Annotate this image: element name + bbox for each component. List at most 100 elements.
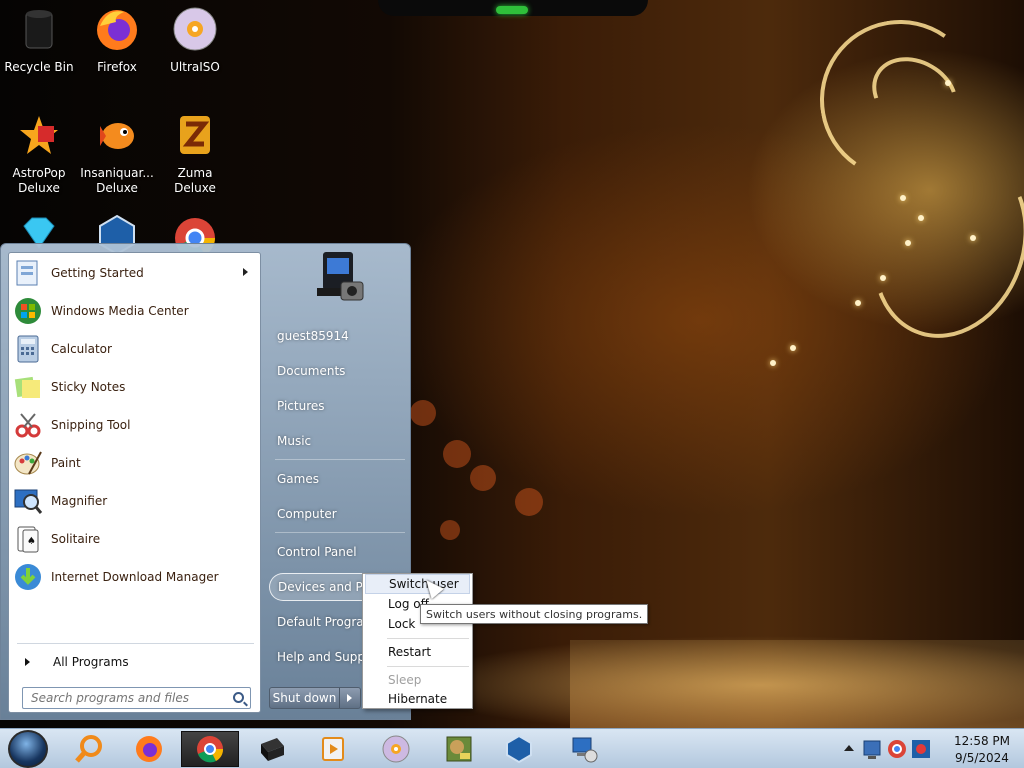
astropop-icon (20, 116, 58, 154)
taskbar-button-firefox[interactable] (120, 731, 178, 767)
all-programs-label: All Programs (53, 655, 129, 669)
desktop-icon-insaniquarium[interactable]: Insaniquar... Deluxe (78, 112, 156, 196)
wallpaper-sparkle (880, 275, 886, 281)
places-item-label: Music (277, 434, 312, 448)
chrome-icon (197, 736, 224, 763)
getting-started-icon (16, 260, 38, 286)
menu-separator (387, 638, 469, 639)
calculator-icon (17, 335, 39, 363)
program-label: Getting Started (51, 266, 144, 280)
program-paint[interactable]: Paint (13, 445, 256, 481)
program-label: Windows Media Center (51, 304, 189, 318)
menu-item-restart[interactable]: Restart (365, 642, 470, 662)
shutdown-button-group: Shut down (269, 687, 361, 709)
desktop-icon-label: Insaniquar... Deluxe (80, 166, 154, 195)
places-item-games[interactable]: Games (269, 465, 409, 493)
wallpaper-glow (570, 640, 1024, 728)
menu-item-label: Sleep (388, 673, 422, 687)
places-item-control-panel[interactable]: Control Panel (269, 538, 409, 566)
all-programs-button[interactable]: All Programs (13, 651, 256, 673)
desktop-icon-recycle-bin[interactable]: Recycle Bin (0, 6, 78, 75)
wallpaper-green-lights (496, 6, 528, 14)
places-separator (275, 532, 405, 533)
places-item-documents[interactable]: Documents (269, 357, 409, 385)
submenu-arrow-icon (243, 268, 248, 276)
user-avatar[interactable] (311, 248, 371, 308)
menu-item-label: Hibernate (388, 692, 448, 706)
places-item-music[interactable]: Music (269, 427, 409, 455)
taskbar-button-box-game[interactable] (430, 731, 488, 767)
taskbar-button-disc[interactable] (367, 731, 425, 767)
desktop-icon-label: Zuma Deluxe (174, 166, 216, 195)
taskbar-clock[interactable]: 12:58 PM 9/5/2024 (945, 731, 1019, 767)
system-tray (840, 731, 940, 767)
taskbar-button-black-box[interactable] (243, 731, 301, 767)
program-label: Internet Download Manager (51, 570, 219, 584)
places-item-label: guest85914 (277, 329, 349, 343)
program-sticky-notes[interactable]: Sticky Notes (13, 369, 256, 405)
taskbar-button-search[interactable] (60, 731, 118, 767)
tray-network-icon[interactable] (862, 737, 884, 761)
program-label: Snipping Tool (51, 418, 131, 432)
search-icon (75, 735, 102, 763)
program-snipping-tool[interactable]: Snipping Tool (13, 407, 256, 443)
wallpaper-sparkle (855, 300, 861, 306)
taskbar-button-network-computer[interactable] (555, 731, 613, 767)
places-item-label: Games (277, 472, 319, 486)
media-center-icon (15, 298, 41, 324)
program-calculator[interactable]: Calculator (13, 331, 256, 367)
wallpaper-bokeh (443, 440, 471, 468)
places-item-pictures[interactable]: Pictures (269, 392, 409, 420)
shutdown-button[interactable]: Shut down (270, 688, 340, 708)
taskbar-button-virtualbox[interactable] (490, 731, 548, 767)
places-item-user[interactable]: guest85914 (269, 322, 409, 350)
program-label: Sticky Notes (51, 380, 126, 394)
start-button[interactable] (2, 730, 52, 768)
wallpaper-sparkle (900, 195, 906, 201)
menu-item-sleep: Sleep (365, 670, 470, 690)
wallpaper-bokeh (440, 520, 460, 540)
program-solitaire[interactable]: ♠ Solitaire (13, 521, 256, 557)
disc-icon (382, 735, 410, 763)
box-game-icon (446, 736, 472, 762)
tray-chrome-icon[interactable] (886, 737, 908, 761)
wallpaper-sparkle (945, 80, 951, 86)
program-magnifier[interactable]: Magnifier (13, 483, 256, 519)
program-getting-started[interactable]: Getting Started (13, 255, 256, 291)
taskbar: 12:58 PM 9/5/2024 (0, 728, 1024, 768)
clock-time: 12:58 PM (954, 734, 1010, 748)
tray-app-icon[interactable] (910, 737, 932, 761)
menu-item-switch-user[interactable]: Switch user (365, 574, 470, 594)
desktop-icon-zuma[interactable]: Zuma Deluxe (156, 112, 234, 196)
start-search-box[interactable] (22, 687, 251, 709)
places-item-computer[interactable]: Computer (269, 500, 409, 528)
taskbar-button-media-player[interactable] (304, 731, 362, 767)
desktop-icon-firefox[interactable]: Firefox (78, 6, 156, 75)
program-label: Solitaire (51, 532, 101, 546)
all-programs-arrow-icon (25, 658, 30, 666)
desktop-icon-ultraiso[interactable]: UltraISO (156, 6, 234, 75)
desktop-icon-astropop[interactable]: AstroPop Deluxe (0, 112, 78, 196)
wallpaper-sparkle (790, 345, 796, 351)
places-item-label: Control Panel (277, 545, 357, 559)
places-separator (275, 459, 405, 460)
firefox-icon (136, 736, 162, 762)
search-input[interactable] (23, 688, 223, 708)
magnifier-icon (14, 489, 43, 514)
start-menu: Getting Started Windows Media Center Cal… (0, 243, 411, 720)
taskbar-button-chrome[interactable] (181, 731, 239, 767)
svg-text:♠: ♠ (27, 536, 36, 547)
search-icon[interactable] (233, 692, 244, 703)
solitaire-icon: ♠ (17, 526, 39, 553)
clock-date: 9/5/2024 (955, 751, 1009, 765)
wallpaper-bokeh (410, 400, 436, 426)
firefox-icon (97, 10, 137, 50)
show-hidden-icons-icon[interactable] (844, 745, 854, 751)
program-internet-download-manager[interactable]: Internet Download Manager (13, 559, 256, 595)
paint-icon (14, 451, 42, 475)
program-windows-media-center[interactable]: Windows Media Center (13, 293, 256, 329)
menu-item-hibernate[interactable]: Hibernate (365, 689, 470, 709)
shutdown-options-arrow-button[interactable] (340, 688, 360, 708)
wallpaper-sparkle (970, 235, 976, 241)
fish-icon (100, 123, 134, 149)
